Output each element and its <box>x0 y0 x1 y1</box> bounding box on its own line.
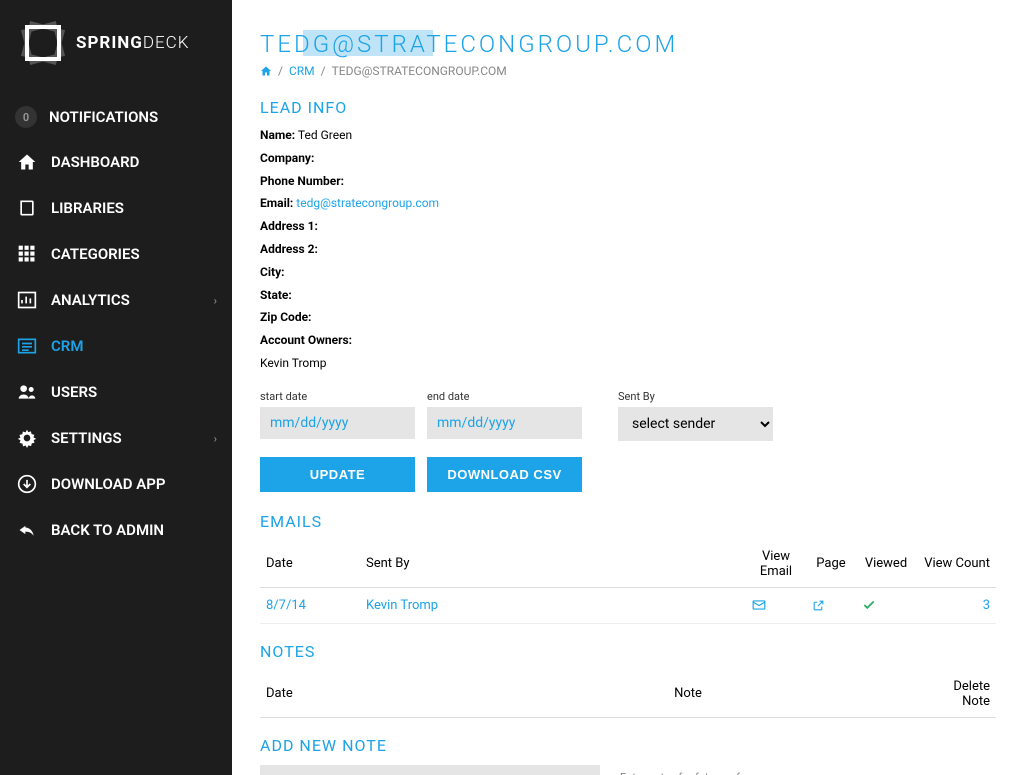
col-note: Note <box>440 671 936 718</box>
label-state: State: <box>260 288 292 302</box>
nav-libraries[interactable]: LIBRARIES <box>0 185 232 231</box>
nav-users[interactable]: USERS <box>0 369 232 415</box>
nav-crm[interactable]: CRM <box>0 323 232 369</box>
breadcrumb-current: TEDG@STRATECONGROUP.COM <box>332 64 507 78</box>
nav-settings[interactable]: SETTINGS › <box>0 415 232 461</box>
nav-back-admin[interactable]: BACK TO ADMIN <box>0 507 232 553</box>
col-page: Page <box>806 541 856 588</box>
viewcount-link[interactable]: 3 <box>983 598 990 613</box>
nav-categories[interactable]: CATEGORIES <box>0 231 232 277</box>
nav-label: USERS <box>51 383 217 401</box>
page-title: TEDG@STRATECONGROUP.COM <box>260 30 996 58</box>
start-date-input[interactable] <box>260 407 415 439</box>
nav-label: SETTINGS <box>51 429 214 447</box>
chevron-right-icon: › <box>214 294 217 307</box>
nav-label: DOWNLOAD APP <box>51 475 217 493</box>
breadcrumb-home[interactable] <box>260 65 272 77</box>
main-content: TEDG@STRATECONGROUP.COM / CRM / TEDG@STR… <box>232 0 1024 775</box>
external-link-icon[interactable] <box>812 599 850 612</box>
end-date-input[interactable] <box>427 407 582 439</box>
download-csv-button[interactable]: Download CSV <box>427 457 582 492</box>
filter-row: start date end date Sent By select sende… <box>260 390 996 441</box>
label-zip: Zip Code: <box>260 310 311 324</box>
label-owners: Account Owners: <box>260 333 352 347</box>
nav-dashboard[interactable]: DASHBOARD <box>0 139 232 185</box>
emails-title: EMAILS <box>260 512 996 531</box>
nav-label: BACK TO ADMIN <box>51 521 217 539</box>
col-sentby: Sent By <box>360 541 746 588</box>
users-icon <box>15 380 39 404</box>
label-phone: Phone Number: <box>260 174 344 188</box>
barchart-icon <box>15 288 39 312</box>
label-addr1: Address 1: <box>260 219 318 233</box>
col-viewemail: View Email <box>746 541 806 588</box>
breadcrumb-sep: / <box>278 64 283 78</box>
nav-label: NOTIFICATIONS <box>49 108 217 126</box>
end-date-label: end date <box>427 390 582 403</box>
envelope-icon[interactable] <box>752 598 800 612</box>
emails-table: Date Sent By View Email Page Viewed View… <box>260 541 996 624</box>
sentby-label: Sent By <box>618 390 773 403</box>
label-company: Company: <box>260 151 314 165</box>
email-sender-link[interactable]: Kevin Tromp <box>366 598 438 613</box>
nav-label: LIBRARIES <box>51 199 217 217</box>
update-button[interactable]: Update <box>260 457 415 492</box>
breadcrumb-sep: / <box>321 64 326 78</box>
start-date-label: start date <box>260 390 415 403</box>
label-email: Email: <box>260 196 293 210</box>
home-icon <box>15 150 39 174</box>
nav-list: 0 NOTIFICATIONS DASHBOARD LIBRARIES CATE… <box>0 95 232 553</box>
lead-info: Name: Ted Green Company: Phone Number: E… <box>260 127 996 372</box>
nav-notifications[interactable]: 0 NOTIFICATIONS <box>0 95 232 139</box>
chevron-right-icon: › <box>214 432 217 445</box>
addnote-title: ADD NEW NOTE <box>260 736 996 755</box>
table-row: 8/7/14 Kevin Tromp 3 <box>260 587 996 623</box>
download-icon <box>15 472 39 496</box>
value-name: Ted Green <box>298 128 352 142</box>
col-note-date: Date <box>260 671 440 718</box>
col-viewcount: View Count <box>916 541 996 588</box>
nav-label: ANALYTICS <box>51 291 214 309</box>
breadcrumb: / CRM / TEDG@STRATECONGROUP.COM <box>260 64 996 78</box>
gear-icon <box>15 426 39 450</box>
list-icon <box>15 334 39 358</box>
breadcrumb-crm[interactable]: CRM <box>289 64 315 78</box>
brand-logo[interactable]: SPRINGDECK <box>0 15 232 95</box>
note-textarea[interactable] <box>260 765 600 775</box>
note-hint: Enter notes for future reference. <box>620 765 776 775</box>
filter-buttons: Update Download CSV <box>260 457 996 492</box>
notes-table: Date Note Delete Note <box>260 671 996 718</box>
notes-title: NOTES <box>260 642 996 661</box>
book-icon <box>15 196 39 220</box>
label-name: Name: <box>260 128 295 142</box>
nav-download[interactable]: DOWNLOAD APP <box>0 461 232 507</box>
col-date: Date <box>260 541 360 588</box>
col-viewed: Viewed <box>856 541 916 588</box>
home-icon <box>260 65 272 77</box>
nav-analytics[interactable]: ANALYTICS › <box>0 277 232 323</box>
value-owner: Kevin Tromp <box>260 356 327 370</box>
nav-label: DASHBOARD <box>51 153 217 171</box>
grid-icon <box>15 242 39 266</box>
brand-name: SPRINGDECK <box>76 33 189 53</box>
reply-icon <box>15 518 39 542</box>
email-date-link[interactable]: 8/7/14 <box>266 598 306 613</box>
sidebar: SPRINGDECK 0 NOTIFICATIONS DASHBOARD LIB… <box>0 0 232 775</box>
col-delete: Delete Note <box>936 671 996 718</box>
label-city: City: <box>260 265 285 279</box>
note-area: Enter notes for future reference. <box>260 765 996 775</box>
notification-count-badge: 0 <box>15 106 37 128</box>
leadinfo-title: LEAD INFO <box>260 98 996 117</box>
logo-icon <box>15 15 70 70</box>
check-icon <box>862 598 910 612</box>
label-addr2: Address 2: <box>260 242 318 256</box>
nav-label: CATEGORIES <box>51 245 217 263</box>
value-email[interactable]: tedg@stratecongroup.com <box>296 196 439 210</box>
sentby-select[interactable]: select sender <box>618 407 773 441</box>
nav-label: CRM <box>51 337 217 355</box>
